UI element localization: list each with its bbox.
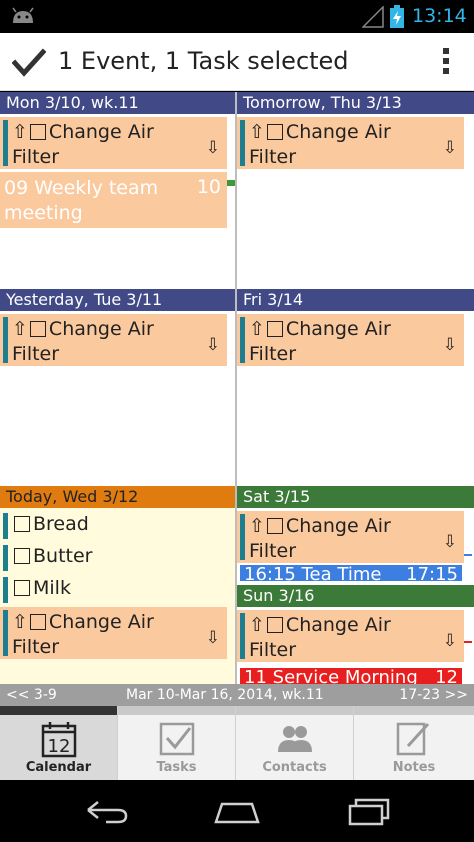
- task-checkbox[interactable]: [29, 614, 46, 630]
- overflow-menu-icon[interactable]: [436, 45, 456, 81]
- column-divider: [235, 92, 237, 684]
- arrow-down-icon: ⇩: [442, 138, 457, 158]
- day-header-sat[interactable]: Sat 3/15: [237, 486, 474, 508]
- day-cell-fri[interactable]: Fri 3/14 ⇧ Change Air Filter ⇩: [237, 289, 474, 485]
- event-marker: [227, 180, 235, 186]
- task-item[interactable]: ⇧ Change Air Filter ⇩: [237, 117, 464, 169]
- tab-calendar[interactable]: 12 Calendar: [0, 706, 118, 780]
- arrow-up-icon: ⇧: [12, 611, 28, 633]
- recent-apps-icon[interactable]: [346, 796, 392, 826]
- day-header-thu[interactable]: Tomorrow, Thu 3/13: [237, 92, 474, 114]
- home-icon[interactable]: [212, 796, 262, 826]
- action-bar: 1 Event, 1 Task selected: [0, 33, 474, 91]
- arrow-down-icon: ⇩: [442, 631, 457, 651]
- next-week-link[interactable]: 17-23 >>: [399, 684, 468, 706]
- bottom-tabs: 12 Calendar Tasks Contacts Notes: [0, 706, 474, 780]
- arrow-down-icon: ⇩: [442, 335, 457, 355]
- task-checkbox[interactable]: [266, 321, 283, 337]
- arrow-down-icon: ⇩: [205, 138, 220, 158]
- task-item[interactable]: ⇧ Change Air Filter ⇩: [237, 610, 464, 662]
- task-item[interactable]: ⇧ Change Air Filter ⇩: [237, 511, 464, 563]
- task-checkbox[interactable]: [29, 321, 46, 337]
- shopping-task-item[interactable]: Milk: [0, 575, 235, 605]
- back-icon[interactable]: [82, 796, 130, 826]
- system-nav-bar: [0, 780, 474, 842]
- selection-title: 1 Event, 1 Task selected: [58, 47, 349, 75]
- task-item[interactable]: ⇧ Change Air Filter ⇩: [237, 314, 464, 366]
- svg-text:12: 12: [48, 736, 71, 757]
- day-header-mon[interactable]: Mon 3/10, wk.11: [0, 92, 235, 114]
- calendar-icon: 12: [41, 722, 77, 758]
- task-checkbox[interactable]: [14, 580, 30, 596]
- day-header-fri[interactable]: Fri 3/14: [237, 289, 474, 311]
- android-icon: [12, 7, 34, 23]
- notes-pencil-icon: [396, 722, 430, 756]
- task-item[interactable]: ⇧ Change Air Filter ⇩: [0, 607, 227, 659]
- arrow-up-icon: ⇧: [12, 121, 28, 143]
- arrow-down-icon: ⇩: [205, 628, 220, 648]
- signal-icon: [362, 6, 384, 28]
- arrow-down-icon: ⇩: [442, 532, 457, 552]
- task-item[interactable]: ⇧ Change Air Filter ⇩: [0, 314, 227, 366]
- day-cell-wed-today[interactable]: Today, Wed 3/12 Bread Butter Milk ⇧ Chang…: [0, 486, 235, 684]
- arrow-up-icon: ⇧: [249, 318, 265, 340]
- shopping-task-item[interactable]: Butter: [0, 543, 235, 573]
- current-week-label: Mar 10-Mar 16, 2014, wk.11: [126, 687, 324, 703]
- arrow-up-icon: ⇧: [249, 515, 265, 537]
- task-item[interactable]: ⇧ Change Air Filter ⇩: [0, 117, 227, 169]
- contacts-icon: [278, 726, 312, 752]
- event-tea-time[interactable]: 16:15 Tea Time 17:15: [240, 565, 462, 581]
- arrow-up-icon: ⇧: [12, 318, 28, 340]
- arrow-up-icon: ⇧: [249, 614, 265, 636]
- day-cell-tue[interactable]: Yesterday, Tue 3/11 ⇧ Change Air Filter ⇩: [0, 289, 235, 485]
- week-range-bar: << 3-9 Mar 10-Mar 16, 2014, wk.11 17-23 …: [0, 684, 474, 706]
- arrow-down-icon: ⇩: [205, 335, 220, 355]
- day-header-tue[interactable]: Yesterday, Tue 3/11: [0, 289, 235, 311]
- done-check-icon[interactable]: [12, 48, 46, 78]
- day-header-sun[interactable]: Sun 3/16: [237, 585, 474, 607]
- status-bar: 13:14: [0, 0, 474, 33]
- shopping-task-item[interactable]: Bread: [0, 511, 235, 541]
- status-clock: 13:14: [412, 5, 467, 27]
- task-checkbox[interactable]: [266, 617, 283, 633]
- day-header-wed[interactable]: Today, Wed 3/12: [0, 486, 235, 508]
- day-cell-mon[interactable]: Mon 3/10, wk.11 ⇧ Change Air Filter ⇩ 09 W…: [0, 92, 235, 288]
- event-weekly-team-meeting[interactable]: 09 Weekly team meeting 10: [0, 172, 227, 228]
- tab-tasks[interactable]: Tasks: [118, 706, 236, 780]
- week-grid: Mon 3/10, wk.11 ⇧ Change Air Filter ⇩ 09 W…: [0, 92, 474, 684]
- battery-charging-icon: [390, 5, 404, 28]
- day-cell-sun[interactable]: Sun 3/16 ⇧ Change Air Filter ⇩ 11 Service …: [237, 585, 474, 684]
- day-cell-thu[interactable]: Tomorrow, Thu 3/13 ⇧ Change Air Filter ⇩: [237, 92, 474, 288]
- event-service-morning[interactable]: 11 Service Morning 12: [240, 668, 462, 684]
- tasks-checkbox-icon: [159, 722, 195, 756]
- task-checkbox[interactable]: [266, 124, 283, 140]
- task-checkbox[interactable]: [29, 124, 46, 140]
- day-cell-sat[interactable]: Sat 3/15 ⇧ Change Air Filter ⇩ 16:15 Tea T…: [237, 486, 474, 584]
- tab-notes[interactable]: Notes: [354, 706, 474, 780]
- previous-week-link[interactable]: << 3-9: [6, 684, 57, 706]
- task-checkbox[interactable]: [14, 516, 30, 532]
- tab-contacts[interactable]: Contacts: [236, 706, 354, 780]
- arrow-up-icon: ⇧: [249, 121, 265, 143]
- task-checkbox[interactable]: [14, 548, 30, 564]
- task-checkbox[interactable]: [266, 518, 283, 534]
